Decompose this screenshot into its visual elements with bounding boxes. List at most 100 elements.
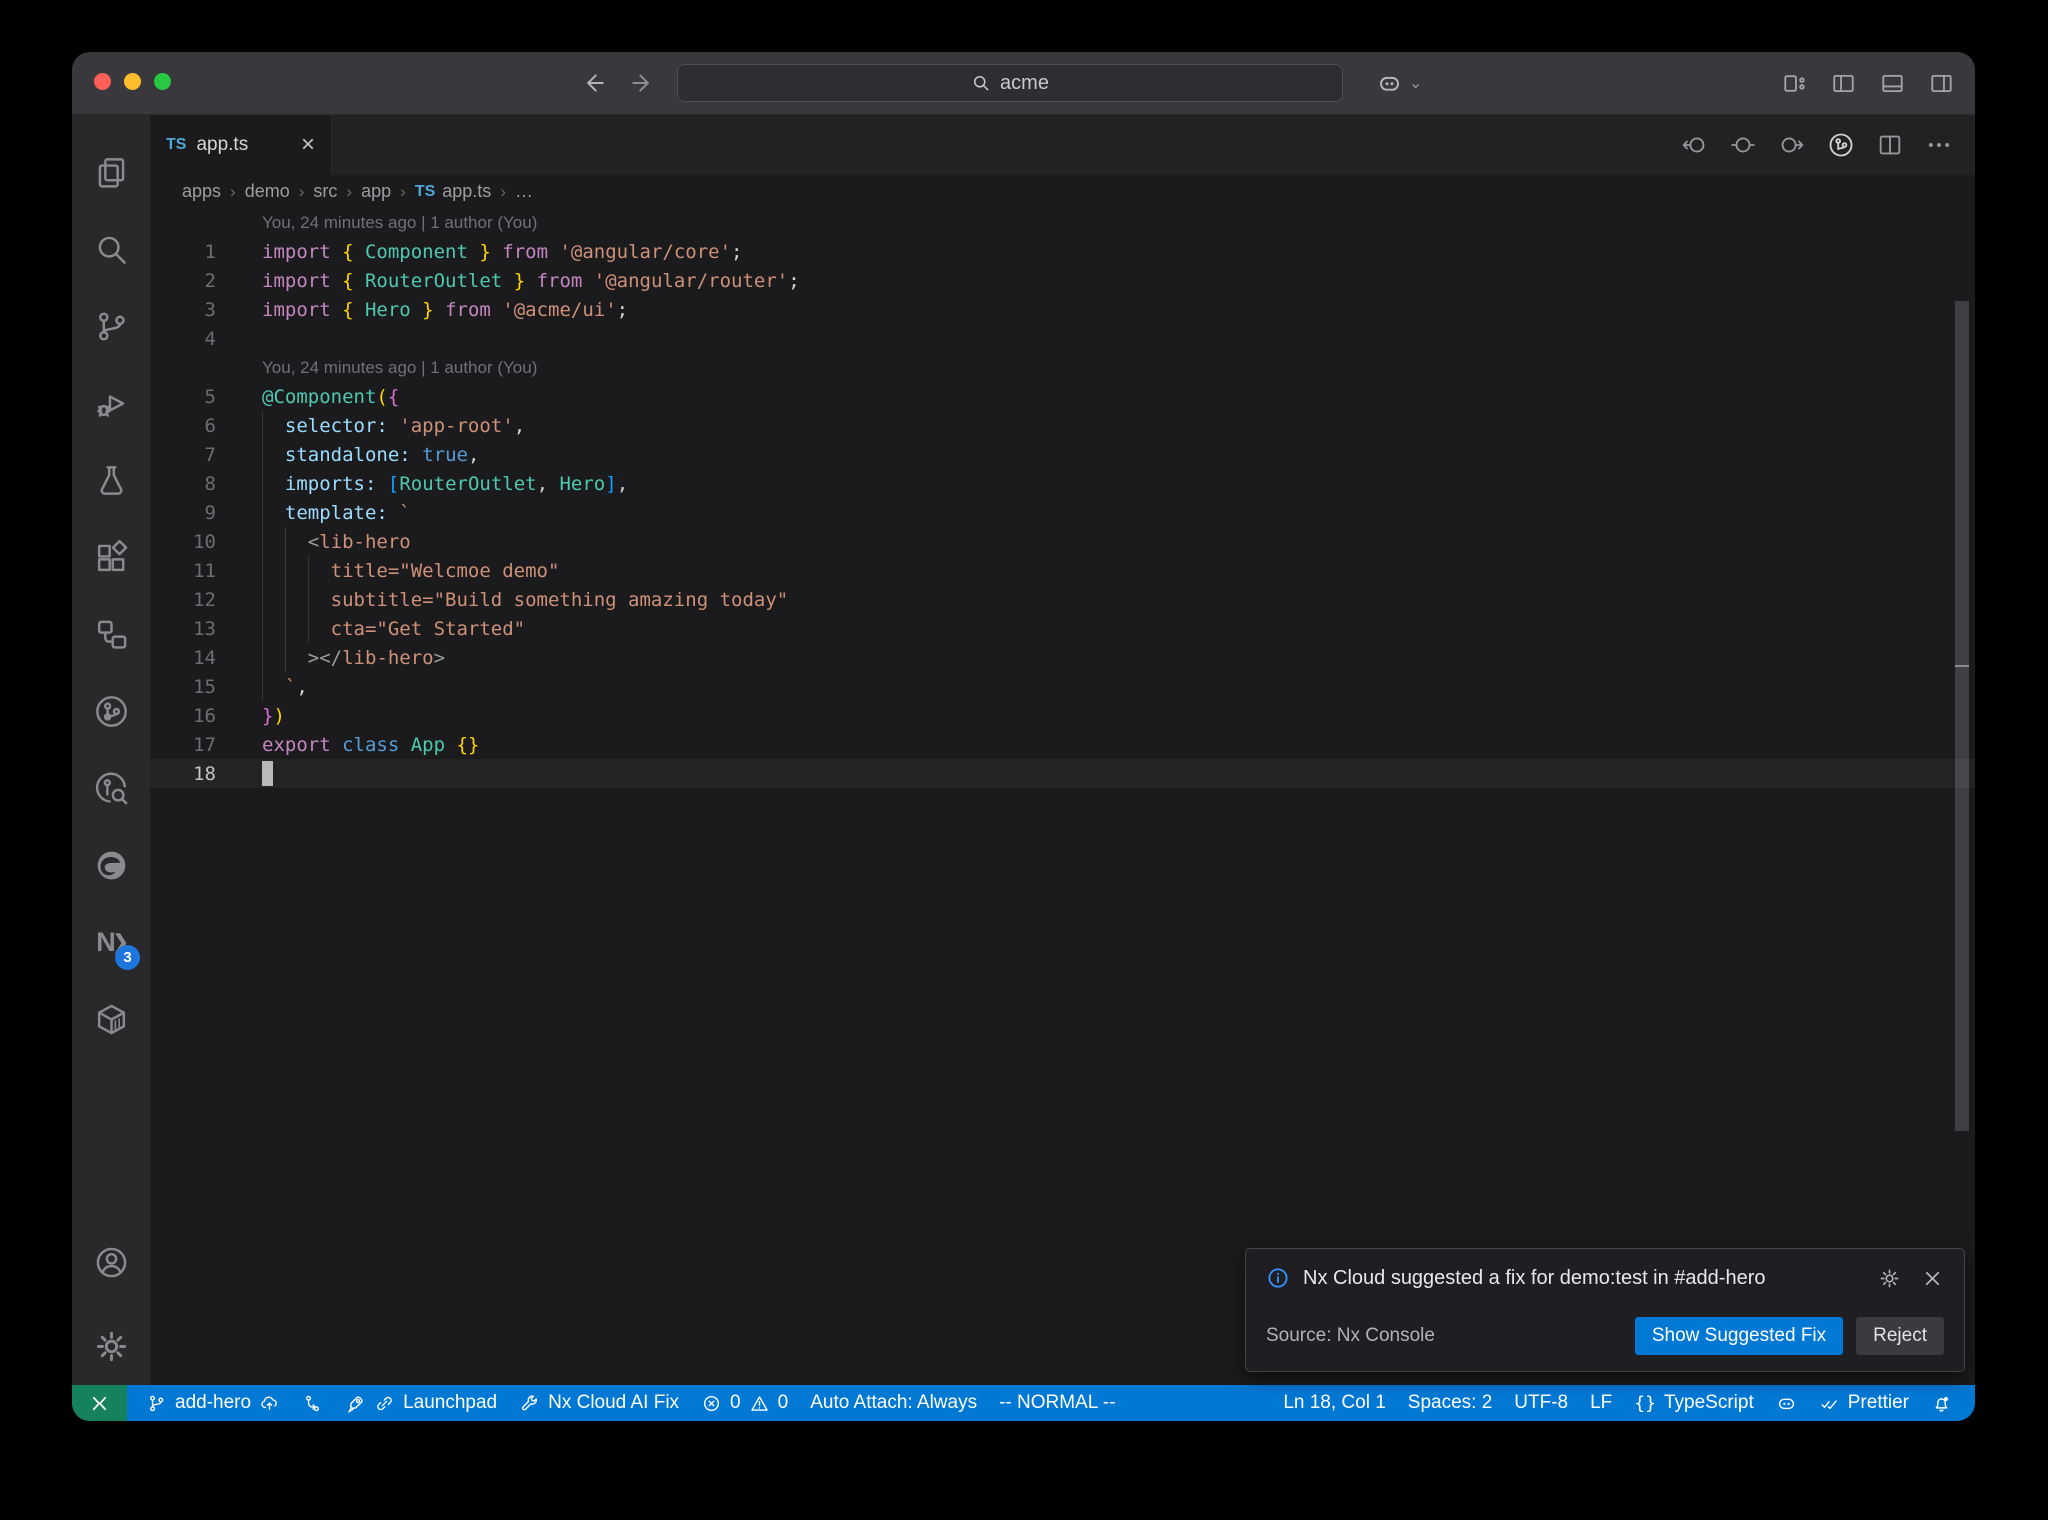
- notification-settings-gear-icon[interactable]: [1878, 1267, 1901, 1290]
- zoom-window-button[interactable]: [154, 73, 171, 90]
- code-line-5[interactable]: 5 @Component({: [150, 382, 1975, 411]
- close-window-button[interactable]: [94, 73, 111, 90]
- toggle-panel-icon[interactable]: [1879, 70, 1906, 97]
- activity-item-references[interactable]: [72, 596, 150, 673]
- line-number: 13: [193, 617, 216, 640]
- customize-layout-icon[interactable]: [1781, 70, 1808, 97]
- breadcrumb-separator-icon: ›: [400, 181, 406, 201]
- code-line-11[interactable]: 11 title="Welcmoe demo": [150, 556, 1975, 585]
- breadcrumb-label: app: [361, 181, 392, 201]
- breadcrumb-item-src[interactable]: src: [313, 181, 337, 202]
- status-remote-indicator[interactable]: [72, 1385, 127, 1421]
- edge-icon: [93, 847, 130, 884]
- status-auto-attach[interactable]: Auto Attach: Always: [799, 1385, 988, 1421]
- gitlens-blame-annotation[interactable]: You, 24 minutes ago | 1 author (You): [150, 208, 1975, 237]
- status-label: Nx Cloud AI Fix: [548, 1392, 680, 1413]
- gitlens-changes-icon[interactable]: [1729, 131, 1757, 159]
- code-line-1[interactable]: 1 import { Component } from '@angular/cor…: [150, 237, 1975, 266]
- back-arrow-icon[interactable]: [580, 70, 606, 96]
- toggle-primary-sidebar-icon[interactable]: [1830, 70, 1857, 97]
- status-nx-cloud-ai-fix[interactable]: Nx Cloud AI Fix: [508, 1385, 690, 1421]
- breadcrumb-item-apps[interactable]: apps: [182, 181, 221, 202]
- activity-item-gitlens[interactable]: [72, 673, 150, 750]
- status-copilot-status[interactable]: [1765, 1385, 1808, 1421]
- activity-item-testing[interactable]: [72, 442, 150, 519]
- breadcrumb-item-app[interactable]: app: [361, 181, 391, 202]
- code-line-8[interactable]: 8 imports: [RouterOutlet, Hero],: [150, 469, 1975, 498]
- status-label: TypeScript: [1663, 1392, 1754, 1413]
- code-line-6[interactable]: 6 selector: 'app-root',: [150, 411, 1975, 440]
- code-line-2[interactable]: 2 import { RouterOutlet } from '@angular/…: [150, 266, 1975, 295]
- status-git-action[interactable]: [291, 1385, 334, 1421]
- gitlens-annotations-icon[interactable]: [1827, 131, 1855, 159]
- command-center-search[interactable]: acme: [677, 64, 1343, 102]
- activity-item-gitlens-inspect[interactable]: [72, 750, 150, 827]
- status-label: Launchpad: [403, 1392, 498, 1413]
- activity-item-search[interactable]: [72, 211, 150, 288]
- status-problems[interactable]: 00: [690, 1385, 799, 1421]
- minimize-window-button[interactable]: [124, 73, 141, 90]
- code-line-9[interactable]: 9 template: `: [150, 498, 1975, 527]
- code-line-17[interactable]: 17 export class App {}: [150, 730, 1975, 759]
- activity-item-nx-console[interactable]: N❯ 3: [72, 904, 150, 981]
- activity-item-containers[interactable]: [72, 981, 150, 1058]
- close-tab-icon[interactable]: ×: [301, 133, 315, 157]
- indent-guide: [262, 411, 263, 440]
- activity-item-extensions[interactable]: [72, 519, 150, 596]
- activity-item-run-debug[interactable]: [72, 365, 150, 442]
- activity-item-edge-tools[interactable]: [72, 827, 150, 904]
- activity-item-accounts[interactable]: [72, 1231, 150, 1308]
- code-line-16[interactable]: 16}): [150, 701, 1975, 730]
- gitlens-blame-annotation[interactable]: You, 24 minutes ago | 1 author (You): [150, 353, 1975, 382]
- activity-item-settings[interactable]: [72, 1308, 150, 1385]
- status-encoding[interactable]: UTF-8: [1503, 1385, 1579, 1421]
- status-indentation[interactable]: Spaces: 2: [1397, 1385, 1504, 1421]
- breadcrumb-label: apps: [182, 181, 222, 201]
- code-line-7[interactable]: 7 standalone: true,: [150, 440, 1975, 469]
- code-line-4[interactable]: 4: [150, 324, 1975, 353]
- chevron-down-icon: ⌄: [1409, 75, 1423, 92]
- code-line-content: export class App {}: [262, 733, 480, 756]
- code-line-15[interactable]: 15 `,: [150, 672, 1975, 701]
- gitlens-previous-change-icon[interactable]: [1680, 131, 1708, 159]
- status-launchpad[interactable]: Launchpad: [334, 1385, 508, 1421]
- indent-guide: [307, 614, 309, 643]
- status-notifications-bell[interactable]: [1920, 1385, 1963, 1421]
- status-vim-mode[interactable]: -- NORMAL --: [988, 1385, 1126, 1421]
- code-line-13[interactable]: 13 cta="Get Started": [150, 614, 1975, 643]
- code-line-18[interactable]: 18: [150, 759, 1975, 788]
- activity-item-source-control[interactable]: [72, 288, 150, 365]
- gitlens-next-change-icon[interactable]: [1778, 131, 1806, 159]
- status-cursor-position[interactable]: Ln 18, Col 1: [1272, 1385, 1396, 1421]
- breadcrumb-item-appts[interactable]: TS app.ts: [415, 181, 492, 202]
- reject-button[interactable]: Reject: [1856, 1317, 1944, 1355]
- code-line-14[interactable]: 14 > </lib-hero >: [150, 643, 1975, 672]
- copilot-menu[interactable]: ⌄: [1376, 52, 1422, 114]
- status-eol[interactable]: LF: [1579, 1385, 1623, 1421]
- code-line-content: import { RouterOutlet } from '@angular/r…: [262, 269, 800, 292]
- gitlens-search-icon: [93, 770, 130, 807]
- code-editor[interactable]: You, 24 minutes ago | 1 author (You) 1 imp…: [150, 208, 1975, 1385]
- code-line-10[interactable]: 10 < lib-hero: [150, 527, 1975, 556]
- notification-close-icon[interactable]: [1921, 1267, 1944, 1290]
- code-line-content: standalone: true,: [262, 440, 479, 469]
- indent-guide: [284, 527, 286, 556]
- breadcrumb-item-[interactable]: …: [515, 181, 533, 202]
- tab-app-ts[interactable]: TS app.ts ×: [150, 115, 332, 175]
- status-formatter[interactable]: Prettier: [1808, 1385, 1920, 1421]
- forward-arrow-icon[interactable]: [630, 70, 656, 96]
- status-language-mode[interactable]: {} TypeScript: [1623, 1385, 1764, 1421]
- toggle-secondary-sidebar-icon[interactable]: [1928, 70, 1955, 97]
- code-line-3[interactable]: 3 import { Hero } from '@acme/ui';: [150, 295, 1975, 324]
- files-icon: [93, 154, 130, 191]
- split-editor-icon[interactable]: [1876, 131, 1904, 159]
- breadcrumb-label: src: [313, 181, 338, 201]
- more-actions-icon[interactable]: [1925, 131, 1953, 159]
- breadcrumb-item-demo[interactable]: demo: [245, 181, 290, 202]
- code-line-12[interactable]: 12 subtitle="Build something amazing tod…: [150, 585, 1975, 614]
- breadcrumb-label: …: [514, 181, 533, 201]
- activity-item-explorer[interactable]: [72, 134, 150, 211]
- status-git-branch[interactable]: add-hero: [135, 1385, 291, 1421]
- status-label: UTF-8: [1514, 1392, 1569, 1413]
- show-suggested-fix-button[interactable]: Show Suggested Fix: [1634, 1317, 1844, 1355]
